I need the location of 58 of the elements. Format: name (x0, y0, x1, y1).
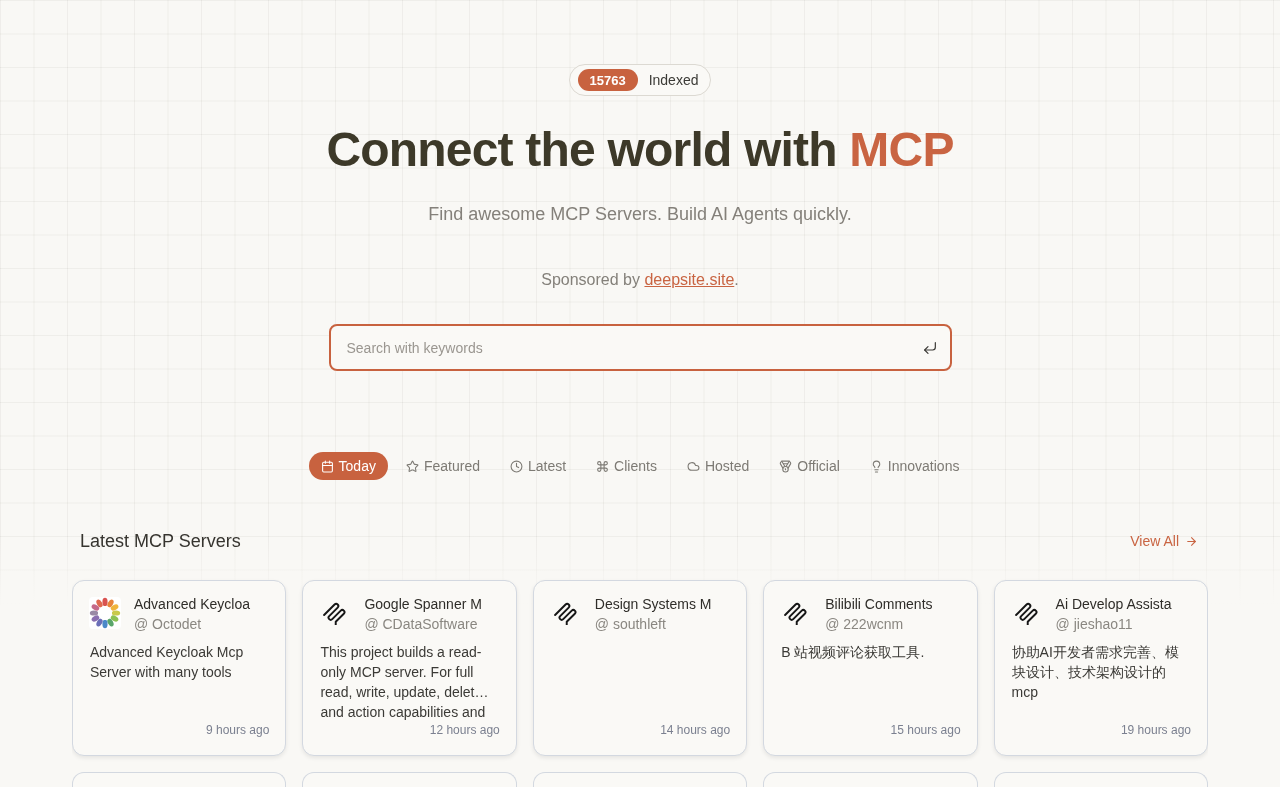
server-author: @ CDataSoftware (364, 615, 479, 634)
server-time: 14 hours ago (660, 722, 731, 738)
server-title: Design Systems M (594, 595, 712, 614)
clock-icon (509, 459, 523, 473)
zigzag-logo-icon (784, 601, 809, 625)
category-tab[interactable]: Featured (393, 452, 492, 480)
indexed-count: 15763 (577, 69, 638, 91)
server-time: 12 hours ago (429, 722, 500, 738)
server-description: B 站视频评论获取工具. (781, 643, 926, 662)
server-card[interactable] (532, 772, 748, 787)
section-title: Latest MCP Servers (80, 530, 241, 552)
server-description: 协助AI开发者需求完善、模块设计、技术架构设计的mcp (1011, 643, 1180, 702)
server-author: @ jieshao11 (1055, 615, 1134, 634)
server-time: 15 hours ago (890, 722, 961, 738)
calendar-icon (320, 459, 334, 473)
server-title: Ai Develop Assista (1055, 595, 1172, 614)
zigzag-logo-icon (553, 601, 578, 625)
enter-icon[interactable] (921, 339, 938, 356)
server-description: Advanced Keycloak Mcp Server with many tools (90, 643, 245, 682)
server-card[interactable]: Ai Develop Assista @ jieshao11 协助AI开发者需求完善、模块设计、技术架构设计的mcp 19 hours ago (993, 580, 1208, 756)
category-tab[interactable]: Hosted (674, 452, 762, 480)
server-time: 9 hours ago (206, 722, 270, 738)
server-description: This project builds a read-only MCP server. For full read, write, update, delet… and action capabilities and (320, 643, 490, 722)
category-tab[interactable]: Latest (497, 452, 579, 480)
server-card[interactable] (763, 772, 978, 787)
category-tab[interactable]: Today (308, 452, 388, 480)
sponsor-link[interactable]: deepsite.site (644, 271, 735, 288)
server-author: @ Octodet (134, 615, 203, 634)
server-title: Google Spanner M (364, 595, 482, 614)
server-card[interactable]: Design Systems M @ southleft 14 hours ago (532, 580, 748, 756)
server-card[interactable] (72, 772, 287, 787)
sunburst-logo-icon (89, 597, 121, 629)
server-card[interactable]: Advanced Keycloa @ Octodet Advanced Keycloak Mcp Server with many tools 9 hours ago (72, 580, 287, 756)
zigzag-logo-icon (1014, 601, 1039, 625)
subtitle-text: Find awesome MCP Servers. Build AI Agents quickly. (428, 203, 852, 226)
sponsor-text: Sponsored by deepsite.site. (541, 270, 739, 290)
cloud-icon (686, 459, 700, 473)
command-icon (596, 459, 610, 473)
zigzag-logo-icon (323, 601, 348, 625)
server-title: Advanced Keycloa (134, 595, 250, 614)
category-tab[interactable]: Clients (584, 452, 669, 480)
indexed-label: Indexed (648, 72, 699, 88)
search-field[interactable]: Search with keywords (328, 324, 952, 371)
server-time: 19 hours ago (1120, 722, 1191, 738)
server-card[interactable] (302, 772, 517, 787)
star-icon (405, 459, 419, 473)
server-card[interactable]: Google Spanner M @ CDataSoftware This project builds a read-only MCP server. For full read, write, update, delet… and action capabilities and 12 hours ago (302, 580, 517, 756)
category-tab[interactable]: Innovations (857, 452, 972, 480)
server-card[interactable]: Bilibili Comments @ 222wcnm B 站视频评论获取工具. 15 hours ago (763, 580, 978, 756)
medal-icon (779, 459, 793, 473)
server-author: @ 222wcnm (825, 615, 905, 634)
server-card[interactable] (993, 772, 1208, 787)
server-author: @ southleft (594, 615, 667, 634)
server-title: Bilibili Comments (825, 595, 933, 614)
arrow-right-icon (1185, 534, 1198, 548)
category-tab[interactable]: Official (767, 452, 852, 480)
page-heading: Connect the world with MCP (326, 122, 954, 178)
view-all-link[interactable]: View All (1130, 533, 1198, 549)
